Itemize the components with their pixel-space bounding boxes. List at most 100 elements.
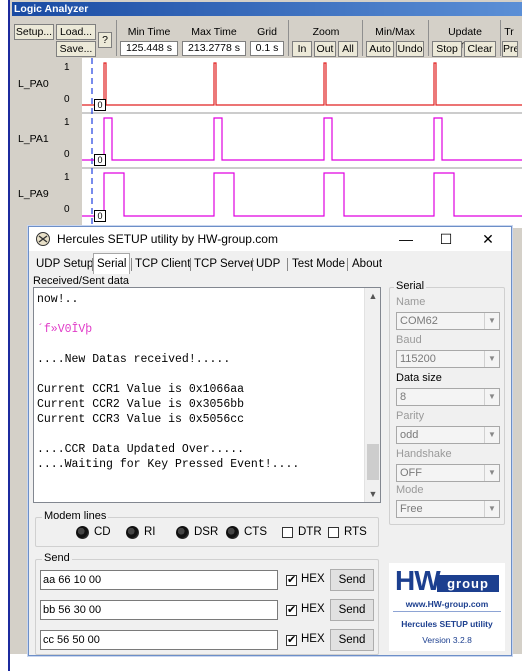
logic-analyzer-left-strip [12, 228, 28, 658]
load-button[interactable]: Load... [56, 24, 96, 40]
cursor-value-box: 0 [94, 210, 106, 222]
logo-divider [393, 611, 501, 612]
parity-value: odd [400, 429, 419, 441]
scroll-up-arrow-icon[interactable]: ▲ [365, 288, 381, 304]
send-legend: Send [42, 552, 72, 564]
cursor-value-box: 0 [94, 99, 106, 111]
handshake-select[interactable]: OFF ▼ [396, 464, 500, 482]
hercules-app-icon [36, 232, 50, 246]
name-label: Name [396, 296, 426, 308]
hercules-titlebar[interactable]: Hercules SETUP utility by HW-group.com —… [29, 227, 511, 251]
hw-logo-group-text: group [437, 575, 499, 592]
hex-checkbox-2[interactable] [286, 603, 297, 617]
tab-tcp-client[interactable]: TCP Client [132, 255, 193, 273]
serial-legend: Serial [394, 280, 427, 292]
stop-button[interactable]: Stop [432, 41, 462, 57]
data-size-value: 8 [400, 391, 407, 403]
waveform-pa9 [82, 172, 522, 217]
pre-button[interactable]: Pre [502, 41, 518, 57]
minimize-button[interactable]: — [391, 230, 421, 248]
cd-label: CD [94, 526, 111, 538]
received-line: Current CCR2 Value is 0x3056bb [37, 398, 245, 411]
signal-high-label: 1 [64, 62, 70, 73]
close-button[interactable]: ✕ [473, 230, 503, 248]
hex-checkbox-1[interactable] [286, 573, 297, 587]
hex-label-1: HEX [301, 573, 325, 585]
send-input-1[interactable]: aa 66 10 00 [40, 570, 278, 590]
toolbar-divider [288, 20, 289, 56]
hw-group-logo: HW group www.HW-group.com Hercules SETUP… [389, 563, 505, 651]
received-line [37, 307, 362, 322]
data-size-select[interactable]: 8 ▼ [396, 388, 500, 406]
maximize-button[interactable]: ☐ [431, 230, 461, 248]
waveform-pa0 [82, 62, 522, 106]
tab-tcp-server[interactable]: TCP Server [191, 255, 257, 273]
chevron-down-icon: ▼ [484, 313, 499, 329]
scroll-down-arrow-icon[interactable]: ▼ [365, 486, 381, 502]
received-text: now!.. ´f»V0ÎVþ ....New Datas received!.… [37, 292, 362, 472]
send-input-3[interactable]: cc 56 50 00 [40, 630, 278, 650]
received-line [37, 367, 362, 382]
clear-button[interactable]: Clear [464, 41, 496, 57]
cursor-value-box: 0 [94, 154, 106, 166]
send-group: Send aa 66 10 00 HEX Send bb 56 30 00 HE… [35, 552, 379, 655]
hex-label-2: HEX [301, 603, 325, 615]
tab-about[interactable]: About [349, 255, 385, 273]
parity-select[interactable]: odd ▼ [396, 426, 500, 444]
hex-label-3: HEX [301, 633, 325, 645]
dtr-checkbox[interactable] [282, 527, 293, 538]
cd-led-icon [76, 526, 89, 539]
min-time-value: 125.448 s [120, 41, 178, 56]
mode-select[interactable]: Free ▼ [396, 500, 500, 518]
logic-analyzer-toolbar: Setup... Load... Save... ? Min Time 125.… [12, 18, 522, 58]
received-line [37, 337, 362, 352]
setup-button[interactable]: Setup... [14, 24, 54, 40]
signal-row-pa9: 1 L_PA9 0 [12, 168, 80, 224]
scroll-thumb[interactable] [367, 444, 379, 480]
max-time-value: 213.2778 s [182, 41, 246, 56]
waveform-area[interactable]: 0 0 0 [82, 58, 522, 228]
send-button-3[interactable]: Send [330, 629, 374, 651]
signal-high-label: 1 [64, 117, 70, 128]
waveform-pa1 [82, 117, 522, 161]
grid-label: Grid [257, 26, 277, 38]
modem-lines-group: Modem lines CD RI DSR CTS DTR RTS [35, 510, 379, 547]
ri-label: RI [144, 526, 156, 538]
received-line: Current CCR3 Value is 0x5056cc [37, 413, 245, 426]
toolbar-divider [500, 20, 501, 56]
baud-select[interactable]: 115200 ▼ [396, 350, 500, 368]
tab-serial[interactable]: Serial [93, 253, 131, 274]
hex-checkbox-3[interactable] [286, 633, 297, 647]
data-size-label: Data size [396, 372, 442, 384]
name-select[interactable]: COM62 ▼ [396, 312, 500, 330]
vertical-scrollbar[interactable]: ▲ ▼ [364, 288, 380, 502]
dsr-led-icon [176, 526, 189, 539]
rts-checkbox[interactable] [328, 527, 339, 538]
send-input-2[interactable]: bb 56 30 00 [40, 600, 278, 620]
tab-test-mode[interactable]: Test Mode [289, 255, 348, 273]
signal-low-label: 0 [64, 204, 70, 215]
zoom-all-button[interactable]: All [338, 41, 358, 57]
dtr-label: DTR [298, 526, 322, 538]
grid-value: 0.1 s [250, 41, 284, 56]
received-sent-textarea[interactable]: now!.. ´f»V0ÎVþ ....New Datas received!.… [33, 287, 381, 503]
zoom-in-button[interactable]: In [292, 41, 312, 57]
hercules-window: Hercules SETUP utility by HW-group.com —… [28, 226, 512, 656]
zoom-out-button[interactable]: Out [314, 41, 336, 57]
received-sent-label: Received/Sent data [33, 275, 130, 287]
received-line [37, 427, 362, 442]
auto-button[interactable]: Auto [366, 41, 394, 57]
send-button-2[interactable]: Send [330, 599, 374, 621]
cts-led-icon [226, 526, 239, 539]
zoom-label: Zoom [312, 26, 340, 38]
chevron-down-icon: ▼ [484, 351, 499, 367]
hw-logo-url: www.HW-group.com [405, 599, 489, 609]
signal-name: L_PA1 [18, 133, 49, 145]
tab-udp-setup[interactable]: UDP Setup [33, 255, 96, 273]
tab-udp[interactable]: UDP [253, 255, 283, 273]
signal-low-label: 0 [64, 94, 70, 105]
undo-button[interactable]: Undo [396, 41, 424, 57]
help-button[interactable]: ? [98, 32, 112, 48]
save-button[interactable]: Save... [56, 41, 96, 57]
send-button-1[interactable]: Send [330, 569, 374, 591]
